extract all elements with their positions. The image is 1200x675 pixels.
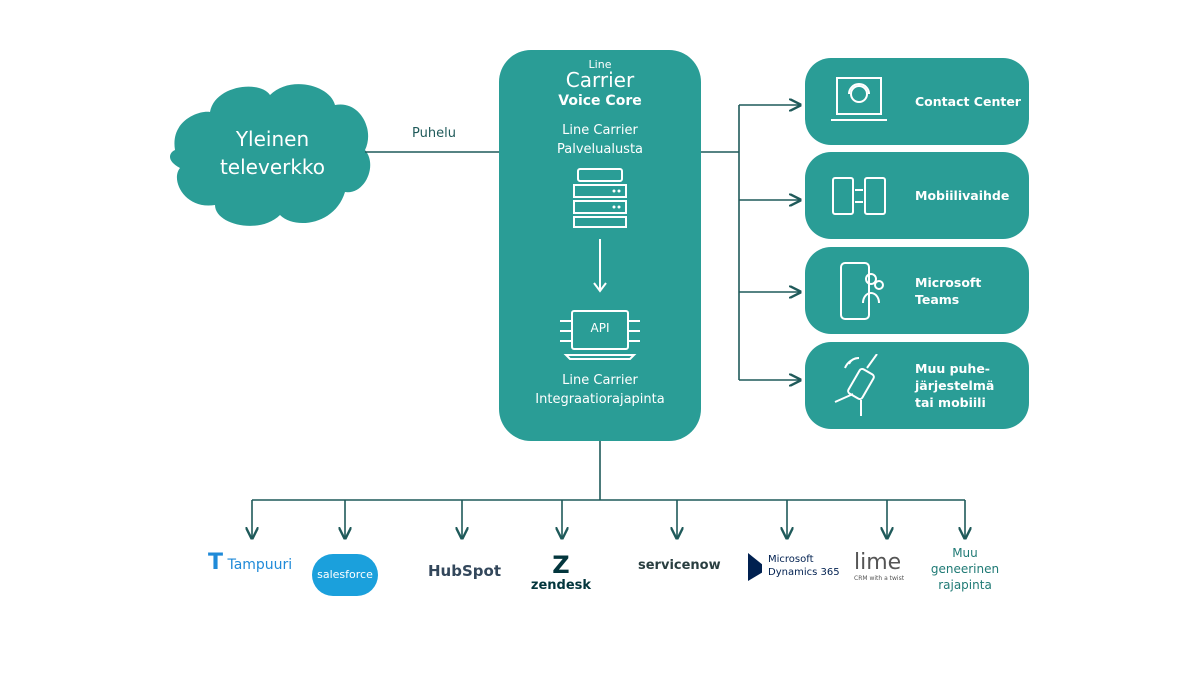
target-other-system: Muu puhe-järjestelmä tai mobiili <box>805 342 1029 429</box>
generic-api-label: Muu geneerinen rajapinta <box>930 546 1000 592</box>
target-label: Mobiilivaihde <box>915 188 1010 203</box>
lime-logo: lime CRM with a twist <box>854 550 905 582</box>
target-label: Microsoft <box>915 274 982 290</box>
salesforce-logo: salesforce <box>312 554 378 596</box>
api-label: API <box>590 321 610 335</box>
headset-laptop-icon <box>831 77 887 121</box>
server-icon <box>573 168 627 228</box>
zendesk-logo: Zzendesk <box>530 551 592 593</box>
api-title: Line Carrier <box>562 373 638 388</box>
phone-team-icon <box>840 262 884 320</box>
logo-carrier: Carrier <box>565 68 635 92</box>
api-icon: API <box>558 309 642 361</box>
target-microsoft-teams: Microsoft Teams <box>805 247 1029 334</box>
public-network-cloud: Yleinen televerkko <box>195 125 350 181</box>
voice-core-box: Line Carrier Voice Core Line Carrier Pal… <box>499 50 701 441</box>
target-contact-center: Contact Center <box>805 58 1029 145</box>
hubspot-logo: HubSpot <box>428 562 501 580</box>
target-label: tai mobiili <box>915 395 986 410</box>
target-label: Muu puhe- <box>915 361 990 376</box>
edge-label: Puhelu <box>412 126 456 141</box>
servicenow-logo: servicenow <box>638 558 721 573</box>
cloud-label: Yleinen <box>235 127 310 151</box>
target-mobiilivaihde: Mobiilivaihde <box>805 152 1029 239</box>
wireless-device-icon <box>834 354 878 416</box>
platform-label: Palvelualusta <box>556 142 644 157</box>
phones-transfer-icon <box>832 177 886 215</box>
target-label: Teams <box>915 291 960 307</box>
arrow-down-icon <box>593 239 607 293</box>
dynamics-logo: Microsoft Dynamics 365 <box>748 553 840 581</box>
tampuuri-logo: T Tampuuri <box>208 550 293 575</box>
cloud-label: televerkko <box>219 155 326 179</box>
target-label: järjestelmä <box>915 378 995 393</box>
target-label: Contact Center <box>915 94 1021 109</box>
platform-label: Line Carrier <box>562 123 638 138</box>
api-title: Integraatiorajapinta <box>535 392 665 407</box>
core-title: Voice Core <box>558 93 642 109</box>
